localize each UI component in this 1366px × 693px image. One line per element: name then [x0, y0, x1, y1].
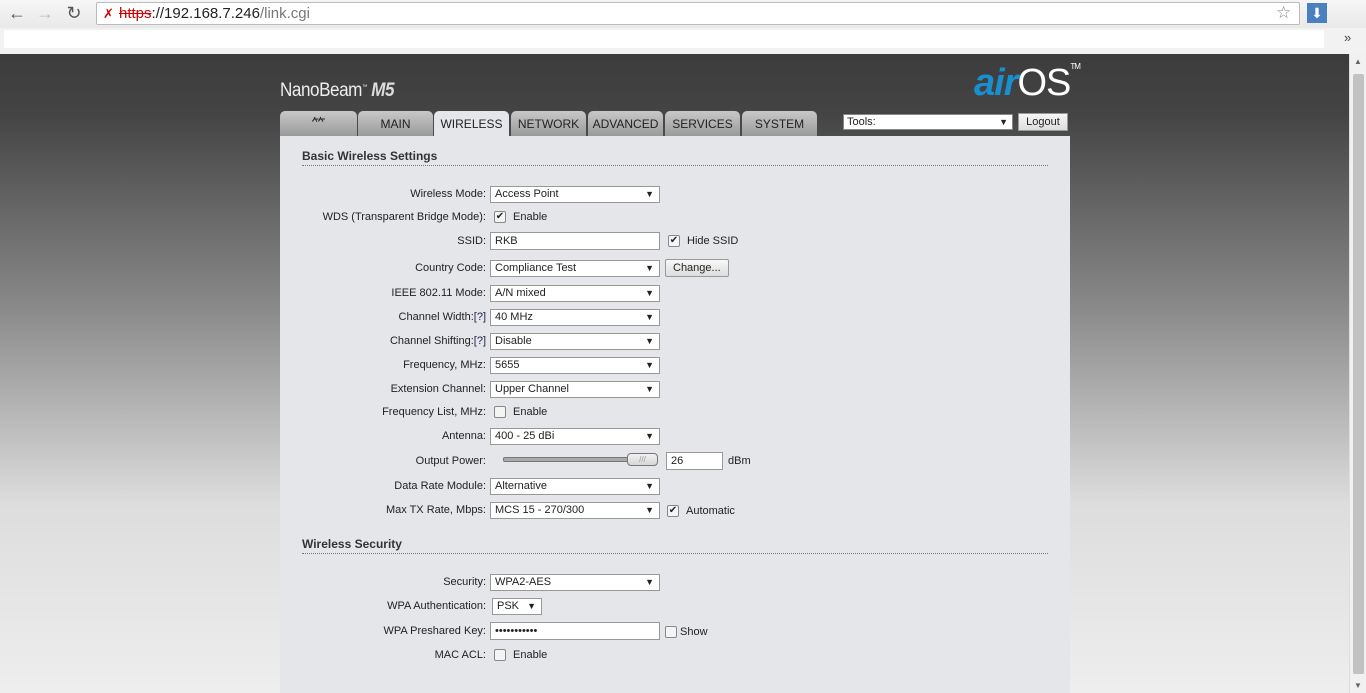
browser-toolbar: ← → ↻ ✗ https://192.168.7.246/link.cgi ☆…: [0, 0, 1366, 28]
mac-acl-checkbox[interactable]: [494, 649, 506, 661]
output-power-input[interactable]: 26: [666, 452, 723, 470]
forward-icon[interactable]: →: [34, 3, 56, 24]
frequency-list-enable-label: Enable: [513, 406, 548, 418]
chevron-down-icon: ▼: [645, 384, 654, 394]
chevron-down-icon: ▼: [645, 505, 654, 515]
label-wpa-key: WPA Preshared Key:: [383, 625, 486, 637]
chevron-down-icon: ▼: [645, 312, 654, 322]
label-frequency-list: Frequency List, MHz:: [382, 406, 486, 418]
chevron-down-icon: ▼: [645, 336, 654, 346]
wpa-key-input[interactable]: •••••••••••: [490, 622, 660, 640]
output-power-unit: dBm: [728, 455, 751, 467]
wpa-auth-select[interactable]: PSK ▼: [492, 598, 542, 615]
security-select[interactable]: WPA2-AES ▼: [490, 574, 660, 591]
ieee-mode-select[interactable]: A/N mixed ▼: [490, 285, 660, 302]
label-output-power: Output Power:: [415, 455, 486, 467]
label-ssid: SSID:: [457, 235, 486, 247]
chevron-down-icon: ▼: [527, 601, 536, 611]
hide-ssid-checkbox[interactable]: ✔: [668, 235, 680, 247]
data-rate-module-select[interactable]: Alternative ▼: [490, 478, 660, 495]
logout-button[interactable]: Logout: [1018, 113, 1068, 131]
tools-select[interactable]: Tools: ▼: [843, 114, 1013, 130]
reload-icon[interactable]: ↻: [63, 3, 85, 24]
wds-enable-label: Enable: [513, 211, 548, 223]
country-code-select[interactable]: Compliance Test ▼: [490, 260, 660, 277]
channel-width-help-link[interactable]: [?]: [474, 311, 486, 323]
address-bar[interactable]: ✗ https://192.168.7.246/link.cgi: [96, 2, 1300, 25]
download-icon[interactable]: ⬇: [1307, 3, 1327, 23]
insecure-lock-icon: ✗: [103, 6, 114, 21]
bookmarks-bar: [0, 28, 1366, 52]
mac-acl-enable-label: Enable: [513, 649, 548, 661]
section-title-security: Wireless Security: [302, 537, 1048, 554]
hide-ssid-label: Hide SSID: [687, 235, 739, 247]
label-max-tx-rate: Max TX Rate, Mbps:: [385, 504, 486, 516]
url-path: /link.cgi: [259, 5, 310, 22]
label-country: Country Code:: [415, 262, 486, 274]
wds-checkbox[interactable]: ✔: [494, 211, 506, 223]
change-country-button[interactable]: Change...: [665, 259, 729, 277]
label-data-rate-module: Data Rate Module:: [394, 480, 486, 492]
max-tx-rate-select[interactable]: MCS 15 - 270/300 ▼: [490, 502, 660, 519]
label-wds: WDS (Transparent Bridge Mode):: [322, 211, 486, 223]
chevron-down-icon: ▼: [999, 117, 1008, 127]
label-channel-shifting: Channel Shifting:[?]: [389, 335, 486, 347]
label-antenna: Antenna:: [441, 430, 486, 442]
label-extension-channel: Extension Channel:: [390, 383, 486, 395]
show-key-label: Show: [680, 626, 708, 638]
channel-width-select[interactable]: 40 MHz ▼: [490, 309, 660, 326]
product-name: NanoBeam™ M5: [280, 80, 395, 101]
chevron-down-icon: ▼: [645, 189, 654, 199]
frequency-select[interactable]: 5655 ▼: [490, 357, 660, 374]
frequency-list-checkbox[interactable]: [494, 406, 506, 418]
chevron-down-icon: ▼: [645, 263, 654, 273]
chevron-down-icon: ▼: [645, 360, 654, 370]
output-power-slider-handle[interactable]: ///: [627, 453, 658, 466]
bookmarks-more[interactable]: »: [1344, 30, 1351, 45]
label-ieee-mode: IEEE 802.11 Mode:: [391, 287, 486, 299]
tab-network[interactable]: NETWORK: [511, 111, 586, 136]
scroll-up-icon[interactable]: ▲: [1354, 57, 1362, 66]
channel-shifting-help-link[interactable]: [?]: [474, 335, 486, 347]
channel-shifting-select[interactable]: Disable ▼: [490, 333, 660, 350]
label-frequency: Frequency, MHz:: [403, 359, 486, 371]
label-security: Security:: [443, 576, 486, 588]
tab-wireless[interactable]: WIRELESS: [434, 111, 509, 137]
chevron-down-icon: ▼: [645, 288, 654, 298]
tab-main[interactable]: MAIN: [358, 111, 433, 136]
show-key-checkbox[interactable]: [665, 626, 677, 638]
scrollbar-thumb[interactable]: [1353, 74, 1364, 674]
chevron-down-icon: ▼: [645, 481, 654, 491]
chevron-down-icon: ▼: [645, 577, 654, 587]
tab-advanced[interactable]: ADVANCED: [588, 111, 663, 136]
url-scheme: https: [119, 5, 152, 22]
ubiquiti-logo-icon: ⺮: [311, 116, 326, 132]
tab-system[interactable]: SYSTEM: [742, 111, 817, 136]
label-wpa-auth: WPA Authentication:: [387, 600, 486, 612]
bookmark-star-icon[interactable]: ☆: [1276, 3, 1291, 23]
section-title-basic: Basic Wireless Settings: [302, 149, 1048, 166]
back-icon[interactable]: ←: [6, 3, 28, 24]
automatic-label: Automatic: [686, 505, 735, 517]
scroll-down-icon[interactable]: ▼: [1354, 681, 1362, 690]
airos-logo: airOSTM: [974, 62, 1081, 104]
scrollbar[interactable]: ▲ ▼: [1349, 54, 1366, 693]
label-mac-acl: MAC ACL:: [434, 649, 486, 661]
chevron-down-icon: ▼: [645, 431, 654, 441]
tab-services[interactable]: SERVICES: [665, 111, 740, 136]
wireless-mode-select[interactable]: Access Point ▼: [490, 186, 660, 203]
automatic-checkbox[interactable]: ✔: [667, 505, 679, 517]
ssid-input[interactable]: RKB: [490, 232, 660, 250]
url-host: ://192.168.7.246: [151, 5, 260, 22]
label-channel-width: Channel Width:[?]: [398, 311, 486, 323]
tab-home-logo[interactable]: ⺮: [280, 111, 357, 136]
label-wireless-mode: Wireless Mode:: [410, 188, 486, 200]
extension-channel-select[interactable]: Upper Channel ▼: [490, 381, 660, 398]
output-power-slider[interactable]: [503, 457, 633, 462]
antenna-select[interactable]: 400 - 25 dBi ▼: [490, 428, 660, 445]
